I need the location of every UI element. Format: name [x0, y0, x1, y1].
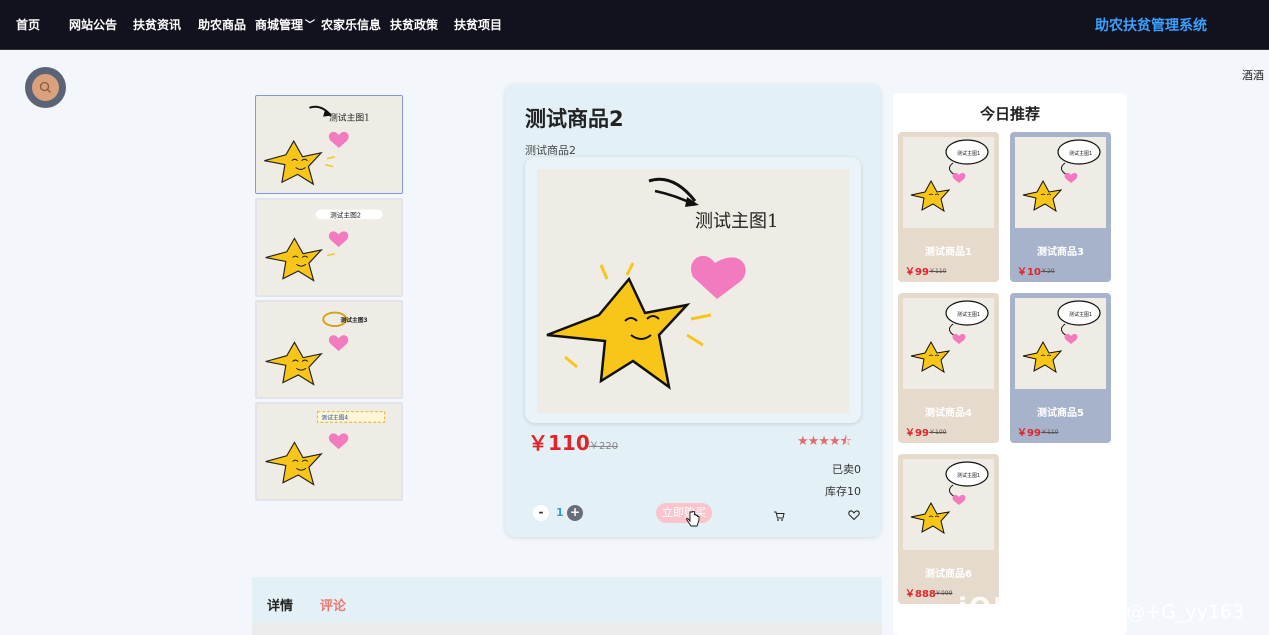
product-original-price: ￥220	[589, 441, 619, 452]
brand-title: 助农扶贫管理系统	[1095, 18, 1207, 34]
recommendation-title: 今日推荐	[979, 105, 1040, 123]
star-heart-image: 测试主图1	[546, 177, 778, 390]
recommended-product-name: 测试商品4	[925, 408, 972, 419]
search-button[interactable]	[25, 67, 66, 108]
thumbnail-caption: 测试主图1	[957, 150, 980, 157]
search-icon	[39, 81, 51, 93]
recommended-product-card[interactable]: 测试主图1 测试商品3 ￥10 ￥20	[1010, 132, 1111, 282]
product-subtitle: 测试商品2	[525, 144, 576, 157]
recommended-product-name: 测试商品5	[1037, 408, 1084, 419]
buy-now-button[interactable]: 立即购买	[656, 503, 712, 523]
user-name[interactable]: 酒酒	[1242, 67, 1264, 83]
video-watermark: iQIYI	[958, 593, 1038, 623]
quantity-increase-button[interactable]: +	[567, 505, 583, 521]
product-card: 测试商品2 测试商品2 测试主图1 ￥110 ￥220 ★★★★⯪ 已卖0 库存…	[505, 84, 881, 537]
recommended-product-old-price: ￥20	[1041, 268, 1055, 275]
favorite-heart-icon[interactable]	[848, 506, 860, 525]
recommended-product-card[interactable]: 测试主图1 测试商品6 ￥888 ￥999	[898, 454, 999, 604]
add-to-cart-icon[interactable]	[773, 507, 785, 526]
hand-cursor-icon	[686, 510, 700, 533]
nav-item-farmhouse-info[interactable]: 农家乐信息	[321, 16, 381, 33]
recommended-product-card[interactable]: 测试主图1 测试商品1 ￥99 ￥110	[898, 132, 999, 282]
recommended-product-image: 测试主图1	[903, 459, 994, 550]
recommended-product-old-price: ￥110	[1041, 429, 1059, 436]
main-image-caption: 测试主图1	[695, 211, 778, 232]
rating-stars: ★★★★⯪	[797, 434, 852, 449]
recommended-product-card[interactable]: 测试主图1 测试商品5 ￥99 ￥110	[1010, 293, 1111, 443]
thumbnail-4[interactable]: 测试主图4	[255, 402, 403, 501]
nav-item-poverty-news[interactable]: 扶贫资讯	[133, 16, 181, 33]
recommendation-panel: 今日推荐 测试主图1 测试商品1 ￥99 ￥110 测试主图1 测试商品3 ￥1…	[893, 93, 1127, 635]
thumbnail-caption: 测试主图1	[329, 111, 370, 123]
recommended-product-name: 测试商品3	[1037, 247, 1084, 258]
nav-item-projects[interactable]: 扶贫项目	[454, 16, 502, 33]
star-heart-image: 测试主图4	[265, 411, 386, 486]
recommended-product-image: 测试主图1	[903, 298, 994, 389]
star-heart-image: 测试主图1	[1022, 300, 1101, 374]
tab-content-area	[252, 623, 882, 635]
recommended-product-old-price: ￥110	[929, 268, 947, 275]
recommended-product-image: 测试主图1	[1015, 298, 1106, 389]
recommended-product-card[interactable]: 测试主图1 测试商品4 ￥99 ￥100	[898, 293, 999, 443]
recommended-product-price: ￥10	[1017, 267, 1041, 278]
main-image-frame: 测试主图1	[525, 157, 861, 423]
csdn-watermark: CSDN @+G_yy163	[1066, 601, 1245, 623]
thumbnail-3[interactable]: 测试主图3	[255, 300, 403, 399]
tab-comments[interactable]: 评论	[320, 595, 346, 614]
nav-item-farm-products[interactable]: 助农商品	[198, 16, 246, 33]
recommended-product-price: ￥888	[905, 589, 936, 600]
recommended-product-price: ￥99	[905, 428, 929, 439]
top-nav-bar: 首页 网站公告 扶贫资讯 助农商品 商城管理 ﹀ 农家乐信息 扶贫政策 扶贫项目 …	[0, 0, 1269, 50]
recommended-product-image: 测试主图1	[903, 137, 994, 228]
nav-item-policy[interactable]: 扶贫政策	[390, 16, 438, 33]
recommended-product-name: 测试商品1	[925, 247, 972, 258]
nav-item-mall-management[interactable]: 商城管理 ﹀	[255, 16, 315, 33]
thumbnail-1[interactable]: 测试主图1	[255, 95, 403, 194]
thumbnail-caption: 测试主图4	[321, 413, 348, 421]
recommended-product-old-price: ￥999	[935, 590, 953, 597]
nav-item-announcements[interactable]: 网站公告	[69, 16, 117, 33]
quantity-value: 1	[556, 506, 564, 519]
product-price: ￥110	[528, 431, 590, 455]
thumbnail-caption: 测试主图3	[341, 316, 368, 324]
tab-details[interactable]: 详情	[267, 595, 293, 614]
thumbnail-caption: 测试主图1	[957, 311, 980, 318]
thumbnail-caption: 测试主图2	[330, 210, 361, 219]
star-heart-image: 测试主图1	[1022, 139, 1101, 213]
thumbnail-caption: 测试主图1	[957, 472, 980, 479]
thumbnail-caption: 测试主图1	[1069, 311, 1092, 318]
thumbnail-caption: 测试主图1	[1069, 150, 1092, 157]
nav-item-home[interactable]: 首页	[16, 16, 40, 33]
recommended-product-old-price: ￥100	[929, 429, 947, 436]
detail-tabs: 详情 评论	[252, 577, 882, 635]
quantity-decrease-button[interactable]: -	[533, 505, 549, 521]
recommended-product-name: 测试商品6	[925, 569, 972, 580]
chevron-down-icon: ﹀	[305, 20, 316, 31]
thumbnail-2[interactable]: 测试主图2	[255, 198, 403, 297]
star-heart-image: 测试主图1	[910, 300, 989, 374]
star-heart-image: 测试主图2	[265, 209, 383, 282]
star-heart-image: 测试主图1	[910, 139, 989, 213]
sold-count: 已卖0	[832, 463, 861, 476]
star-heart-image: 测试主图1	[264, 105, 370, 186]
star-heart-image: 测试主图1	[910, 461, 989, 535]
nav-item-mall-label: 商城管理	[255, 18, 304, 32]
recommended-product-image: 测试主图1	[1015, 137, 1106, 228]
recommended-product-price: ￥99	[905, 267, 929, 278]
main-product-image: 测试主图1	[537, 169, 849, 413]
star-heart-image: 测试主图3	[265, 311, 368, 386]
product-title: 测试商品2	[525, 107, 624, 131]
recommended-product-price: ￥99	[1017, 428, 1041, 439]
stock-count: 库存10	[825, 485, 861, 498]
